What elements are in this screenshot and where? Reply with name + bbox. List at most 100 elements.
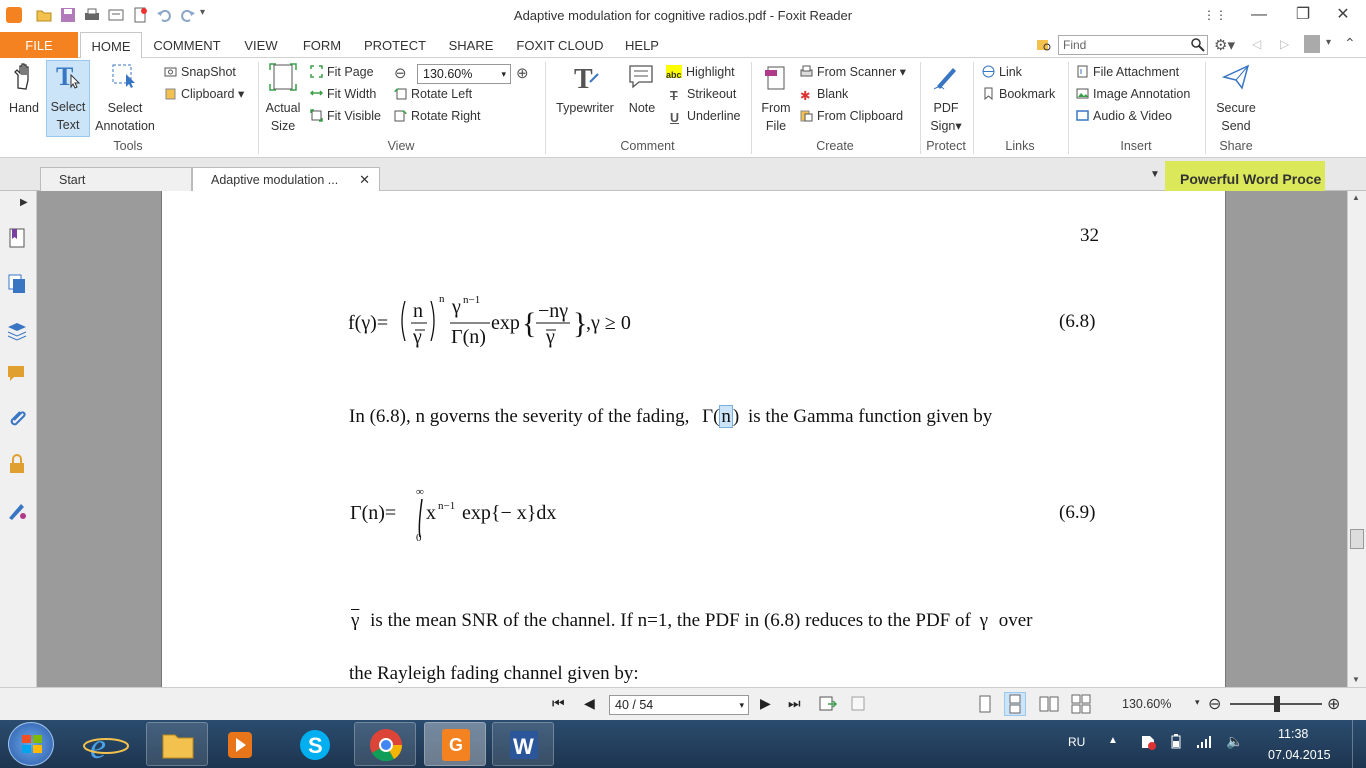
show-hidden-icons[interactable]: ▲ [1108,735,1118,746]
show-desktop-button[interactable] [1352,720,1366,768]
image-annotation-button[interactable]: Image Annotation [1076,84,1190,104]
page-number-input[interactable]: 40 / 54 ▾ [609,695,749,715]
note-button[interactable]: Note [622,62,662,117]
expand-panel-icon[interactable]: ▶ [20,197,28,208]
battery-icon[interactable] [1168,734,1184,753]
taskbar-ie[interactable]: e [76,722,138,766]
selected-text[interactable]: n [719,405,733,428]
close-button[interactable]: ✕ [1328,4,1358,26]
actual-size-button[interactable]: Actual Size [262,62,304,135]
secure-send-button[interactable]: Secure Send [1210,62,1262,135]
document-viewer[interactable]: 32 f(γ)= n γ n γ n−1 Γ(n) exp {−nγ γ} … [37,191,1347,687]
pdf-page[interactable]: 32 f(γ)= n γ n γ n−1 Γ(n) exp {−nγ γ} … [161,191,1226,687]
from-clipboard-button[interactable]: From Clipboard [800,106,903,126]
snapshot-button[interactable]: SnapShot [164,62,236,82]
pdf-sign-button[interactable]: PDF Sign▾ [924,62,968,135]
attachments-panel-icon[interactable] [6,407,28,429]
taskbar-explorer[interactable] [146,722,208,766]
clock-time[interactable]: 11:38 [1278,727,1308,741]
blank-button[interactable]: ✱ Blank [800,84,848,104]
last-page-icon[interactable]: ⏭ [788,695,801,712]
zoom-select[interactable]: 130.60% ▾ [417,64,511,84]
scroll-thumb[interactable] [1350,529,1364,549]
taskbar-media-player[interactable] [210,722,272,766]
file-attachment-button[interactable]: File Attachment [1076,62,1179,82]
zoom-in-icon[interactable]: ⊕ [516,64,529,82]
minimize-button[interactable]: — [1244,4,1274,26]
typewriter-button[interactable]: T Typewriter [550,62,620,117]
zoom-slider-thumb[interactable] [1274,696,1280,712]
rotate-left-button[interactable]: Rotate Left [394,84,472,104]
search-icon[interactable] [1190,37,1206,53]
keyboard-language[interactable]: RU [1068,735,1085,749]
scroll-up-icon[interactable]: ▲ [1352,193,1360,202]
previous-page-icon[interactable]: ◀ [584,695,595,712]
highlight-button[interactable]: abc Highlight [666,62,735,82]
fit-page-button[interactable]: Fit Page [310,62,374,82]
user-avatar-icon[interactable] [1304,35,1320,53]
tab-file[interactable]: FILE [0,32,78,58]
user-menu-icon[interactable]: ▾ [1326,37,1331,48]
search-input[interactable]: Find [1058,35,1208,55]
link-button[interactable]: Link [982,62,1022,82]
from-scanner-button[interactable]: From Scanner ▾ [800,62,906,82]
hand-button[interactable]: Hand [4,62,44,117]
bookmarks-panel-icon[interactable] [6,227,28,249]
restore-button[interactable]: ❐ [1288,4,1318,26]
next-page-icon[interactable]: ▶ [760,695,771,712]
zoom-level-readout[interactable]: 130.60% [1122,697,1171,711]
tab-foxit-cloud[interactable]: FOXIT CLOUD [510,32,610,58]
previous-view-icon[interactable] [818,695,838,713]
tab-home[interactable]: HOME [80,32,142,59]
tab-view[interactable]: VIEW [236,32,286,58]
volume-icon[interactable]: 🔈 [1226,733,1243,750]
start-button[interactable] [8,722,54,766]
back-icon[interactable]: ◁ [1252,37,1261,51]
tab-help[interactable]: HELP [620,32,664,58]
clock-date[interactable]: 07.04.2015 [1268,748,1331,762]
continuous-facing-view-icon[interactable] [1070,694,1092,714]
zoom-in-button[interactable]: ⊕ [1327,694,1340,714]
comments-panel-icon[interactable] [6,363,28,385]
strikeout-button[interactable]: T Strikeout [670,84,736,104]
rotate-right-button[interactable]: Rotate Right [394,106,480,126]
continuous-view-icon[interactable] [1004,692,1026,716]
forward-icon[interactable]: ▷ [1280,37,1289,51]
zoom-dropdown-icon[interactable]: ▾ [1195,697,1200,708]
taskbar-chrome[interactable] [354,722,416,766]
vertical-scrollbar[interactable]: ▲ ▼ [1347,191,1366,687]
tab-protect[interactable]: PROTECT [358,32,432,58]
tab-form[interactable]: FORM [296,32,348,58]
ad-banner[interactable]: Powerful Word Proce [1165,161,1325,191]
bookmark-button[interactable]: Bookmark [982,84,1055,104]
audio-video-button[interactable]: Audio & Video [1076,106,1172,126]
fit-width-button[interactable]: Fit Width [309,84,376,104]
pages-panel-icon[interactable] [6,273,28,295]
layers-panel-icon[interactable] [6,319,28,341]
security-lock-icon[interactable] [6,453,28,475]
tab-start[interactable]: Start [40,167,192,191]
find-options-icon[interactable] [1036,37,1052,53]
from-file-button[interactable]: From File [756,62,796,135]
next-view-icon[interactable] [850,695,870,713]
taskbar-skype[interactable]: S [284,722,346,766]
action-center-icon[interactable] [1140,734,1156,753]
settings-gear-icon[interactable]: ⚙▾ [1214,36,1235,54]
ribbon-display-icon[interactable]: ⋮⋮ [1200,4,1230,26]
select-text-button[interactable]: T Select Text [46,60,90,137]
single-page-view-icon[interactable] [976,694,994,714]
network-signal-icon[interactable] [1196,734,1212,753]
zoom-out-icon[interactable]: ⊖ [394,64,407,82]
zoom-out-button[interactable]: ⊖ [1208,694,1221,714]
underline-button[interactable]: U Underline [670,106,741,126]
select-annotation-button[interactable]: Select Annotation [92,62,158,135]
fit-visible-button[interactable]: Fit Visible [310,106,381,126]
taskbar-foxit-reader[interactable]: G [424,722,486,766]
clipboard-button[interactable]: Clipboard ▾ [164,84,244,104]
tab-comment[interactable]: COMMENT [148,32,226,58]
tab-share[interactable]: SHARE [442,32,500,58]
tab-list-dropdown-icon[interactable]: ▼ [1150,169,1160,180]
collapse-ribbon-icon[interactable]: ⌃ [1344,35,1356,52]
close-tab-icon[interactable]: ✕ [359,168,370,192]
scroll-down-icon[interactable]: ▼ [1352,675,1360,684]
